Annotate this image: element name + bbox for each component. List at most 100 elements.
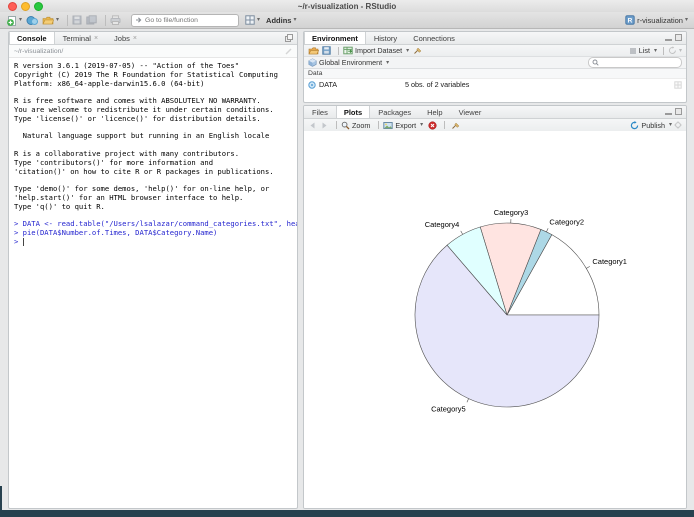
chevron-down-icon: ▾ — [386, 59, 390, 66]
environment-tabbar: Environment History Connections — [304, 32, 686, 45]
clear-plots-broom-icon[interactable] — [451, 121, 460, 130]
print-button[interactable] — [110, 14, 121, 27]
maximize-pane-icon[interactable] — [675, 34, 682, 41]
chevron-down-icon: ▾ — [406, 47, 410, 54]
plots-pane: Files Plots Packages Help Viewer Zoom Ex… — [303, 105, 687, 509]
window-title: ~/r-visualization - RStudio — [297, 2, 397, 11]
addins-label: Addins — [266, 15, 292, 25]
magnifier-icon — [341, 121, 350, 130]
text-caret — [22, 237, 24, 246]
data-section-label: Data — [308, 70, 323, 77]
data-section-header: Data — [304, 69, 686, 79]
pie-slice-label: Category4 — [425, 220, 460, 229]
console-line: Type 'q()' to quit R. — [14, 201, 105, 211]
project-name-label: r-visualization — [637, 15, 683, 25]
console-line: 'citation()' on how to cite R or R packa… — [14, 166, 274, 176]
chevron-down-icon: ▾ — [293, 17, 297, 23]
maximize-pane-icon[interactable] — [675, 108, 682, 115]
close-tab-icon[interactable]: × — [94, 35, 98, 42]
list-view-button[interactable]: List ▾ — [629, 44, 657, 57]
toolbar-separator — [662, 46, 664, 55]
gear-icon[interactable] — [674, 121, 682, 129]
environment-scope-button[interactable]: Global Environment ▾ — [308, 56, 389, 69]
export-image-icon — [383, 121, 394, 130]
plots-tabbar: Files Plots Packages Help Viewer — [304, 106, 686, 119]
export-plot-button[interactable]: Export ▾ — [383, 119, 423, 132]
chevron-down-icon: ▾ — [420, 122, 424, 128]
chevron-down-icon: ▾ — [684, 17, 688, 23]
toolbar-separator — [444, 121, 446, 129]
publish-label: Publish — [641, 120, 665, 130]
save-button[interactable] — [72, 14, 82, 27]
console-tabbar: Console Terminal × Jobs × — [9, 32, 297, 45]
close-tab-icon[interactable]: × — [133, 35, 137, 42]
environment-scope-bar: Global Environment ▾ — [304, 57, 686, 69]
environment-search-box[interactable] — [588, 57, 682, 68]
environment-object-row[interactable]: DATA 5 obs. of 2 variables — [304, 79, 686, 90]
save-all-button[interactable] — [86, 14, 97, 27]
tab-label: Viewer — [458, 107, 482, 117]
toolbar-separator — [378, 121, 380, 129]
working-directory-path: ~/r-visualization/ — [14, 47, 64, 55]
clear-objects-broom-icon[interactable] — [413, 46, 422, 55]
panes-grid-icon — [245, 15, 255, 25]
grid-view-icon[interactable] — [674, 80, 682, 89]
project-cube-icon: R — [625, 15, 635, 25]
next-plot-icon[interactable] — [320, 121, 329, 130]
tab-history[interactable]: History — [366, 32, 405, 44]
console-output[interactable]: R version 3.6.1 (2019-07-05) -- "Action … — [9, 58, 297, 251]
remove-plot-icon[interactable] — [428, 120, 437, 130]
tab-terminal[interactable]: Terminal × — [55, 32, 106, 44]
environment-scope-label: Global Environment — [319, 58, 383, 67]
addins-button[interactable]: Addins ▾ — [264, 14, 296, 27]
toolbar-separator — [336, 121, 337, 129]
tab-help[interactable]: Help — [419, 106, 450, 118]
save-icon — [72, 15, 82, 25]
object-info-icon[interactable] — [308, 80, 316, 89]
goto-file-icon — [135, 16, 143, 24]
folder-open-icon — [42, 15, 55, 26]
plot-area: Category1 Category2 Category3 Category4 Cate… — [304, 131, 686, 508]
tab-label: Environment — [312, 33, 358, 43]
new-project-button[interactable] — [26, 14, 39, 27]
goto-file-box[interactable] — [131, 13, 240, 27]
load-workspace-icon[interactable] — [308, 46, 320, 55]
open-file-button[interactable]: ▾ — [42, 14, 59, 27]
minimize-pane-icon[interactable] — [665, 34, 672, 41]
console-prompt[interactable]: > — [14, 237, 292, 247]
zoom-plot-button[interactable]: Zoom — [341, 119, 372, 132]
publish-button[interactable]: Publish ▾ — [630, 119, 672, 132]
minimize-pane-icon[interactable] — [665, 108, 672, 115]
tab-plots[interactable]: Plots — [335, 106, 371, 118]
tab-connections[interactable]: Connections — [405, 32, 463, 44]
object-summary: 5 obs. of 2 variables — [405, 80, 470, 89]
tab-label: Plots — [343, 107, 363, 117]
toolbar-separator — [338, 46, 339, 55]
tab-label: Connections — [413, 33, 455, 43]
chevron-down-icon: ▾ — [19, 17, 23, 23]
console-line: > pie(DATA$Number.of.Times, DATA$Categor… — [14, 228, 218, 238]
publish-icon — [630, 120, 639, 130]
console-line: Natural language support but running in … — [14, 131, 270, 141]
previous-plot-icon[interactable] — [308, 121, 317, 130]
pie-chart: Category1 Category2 Category3 Category4 Cate… — [414, 208, 627, 413]
maximize-pane-icon[interactable] — [285, 34, 293, 42]
console-line: Platform: x86_64-apple-darwin15.6.0 (64-… — [14, 78, 205, 88]
tab-console[interactable]: Console — [9, 32, 55, 44]
tab-files[interactable]: Files — [304, 106, 336, 118]
console-line: Type 'license()' or 'licence()' for dist… — [14, 113, 261, 123]
save-workspace-icon[interactable] — [322, 46, 331, 55]
workspace-panes-button[interactable]: ▾ — [245, 14, 260, 27]
new-file-button[interactable]: ▾ — [6, 14, 22, 27]
list-label: List — [638, 46, 650, 55]
tab-label: Help — [427, 107, 443, 117]
tab-packages[interactable]: Packages — [370, 106, 419, 118]
refresh-environment-button[interactable]: ▾ — [668, 44, 682, 57]
project-menu-button[interactable]: R r-visualization ▾ — [625, 14, 688, 27]
tab-viewer[interactable]: Viewer — [451, 106, 490, 118]
tab-jobs[interactable]: Jobs × — [106, 32, 145, 44]
export-label: Export — [395, 120, 417, 130]
goto-file-input[interactable] — [143, 16, 236, 24]
tab-environment[interactable]: Environment — [304, 32, 366, 44]
object-name[interactable]: DATA — [319, 80, 405, 89]
